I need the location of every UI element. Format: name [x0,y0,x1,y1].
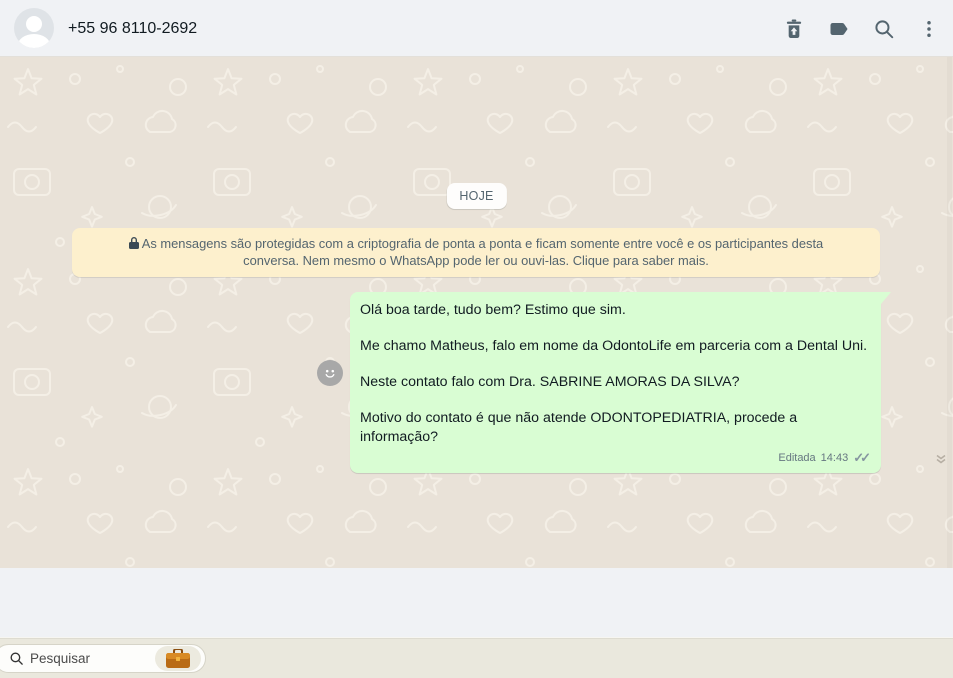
taskbar-search-input[interactable] [30,651,150,666]
encryption-notice[interactable]: As mensagens são protegidas com a cripto… [72,228,880,277]
message-meta: Editada 14:43 ✓✓ [360,450,871,466]
encryption-notice-text: As mensagens são protegidas com a cripto… [141,236,824,268]
date-divider: HOJE [446,183,507,209]
search-icon [10,652,23,665]
contact-avatar[interactable] [14,8,54,48]
react-emoji-button[interactable] [317,360,343,386]
bubble-tail [881,292,891,304]
chat-scroll-area[interactable]: HOJE As mensagens são protegidas com a c… [0,57,953,568]
header-actions [782,0,941,57]
message-paragraph: Neste contato falo com Dra. SABRINE AMOR… [360,374,740,390]
delivered-ticks-icon: ✓✓ [853,450,871,465]
contact-phone-number[interactable]: +55 96 8110-2692 [68,0,197,57]
edited-label: Editada [778,452,816,464]
label-button[interactable] [827,17,851,41]
conversation-header[interactable]: +55 96 8110-2692 [0,0,953,57]
delete-chat-button[interactable] [782,17,806,41]
message-paragraph: Olá boa tarde, tudo bem? Estimo que sim. [360,302,626,318]
trash-icon [786,18,802,38]
lock-icon [128,237,139,249]
message-paragraph: Motivo do contato é que não atende ODONT… [360,410,798,445]
search-in-chat-button[interactable] [872,17,896,41]
search-highlight-image[interactable] [155,646,201,671]
search-icon [875,19,894,38]
kebab-menu-icon [927,20,931,37]
windows-taskbar [0,637,953,678]
message-time: 14:43 [820,452,849,464]
whatsapp-window: HOJE As mensagens são protegidas com a c… [0,0,953,678]
smiley-icon [325,369,335,378]
scroll-down-chevron-icon[interactable] [935,452,947,470]
taskbar-search-box[interactable] [0,644,206,673]
menu-button[interactable] [917,17,941,41]
message-paragraph: Me chamo Matheus, falo em nome da Odonto… [360,338,868,354]
message-composer [0,568,953,637]
outgoing-message-bubble[interactable]: Olá boa tarde, tudo bem? Estimo que sim.… [350,292,891,473]
label-icon [830,22,848,35]
briefcase-icon [166,648,190,668]
chat-scrollbar[interactable] [947,57,952,568]
